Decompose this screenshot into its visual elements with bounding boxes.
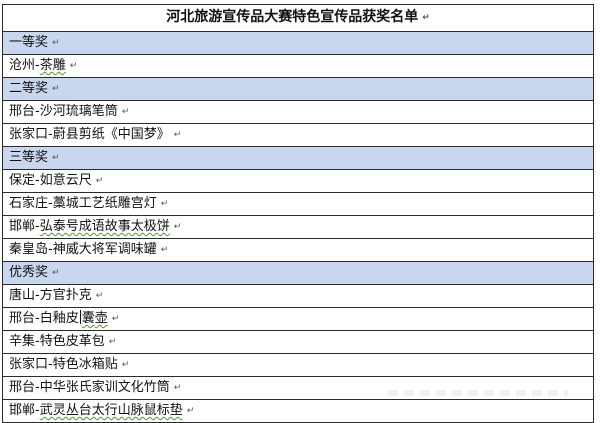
award-entry-row: 保定-如意云尺 ↵ <box>2 169 594 193</box>
paragraph-mark: ↵ <box>160 245 169 255</box>
section-heading: 优秀奖 <box>9 265 49 280</box>
award-entry-row: 邢台-中华张氏家训文化竹筒 ↵ <box>2 376 594 400</box>
table-title: 河北旅游宣传品大赛特色宣传品获奖名单 <box>166 9 419 25</box>
paragraph-mark: ↵ <box>111 314 120 324</box>
title-cell[interactable]: 河北旅游宣传品大赛特色宣传品获奖名单 ↵ <box>2 4 594 32</box>
award-entry-cell[interactable]: 唐山-方官扑克 ↵ <box>2 284 594 308</box>
award-entry-text: 邢台-沙河琉璃笔筒 <box>9 104 118 119</box>
award-entry-text: 茶雕 <box>39 58 66 73</box>
section-header-row: 三等奖 ↵ <box>2 146 594 170</box>
award-entry-row: 邯郸-弘泰号成语故事太极饼 ↵ <box>2 215 594 239</box>
award-entry-cell[interactable]: 张家口-蔚县剪纸《中国梦》 ↵ <box>2 123 594 147</box>
section-header-row: 优秀奖 ↵ <box>2 261 594 285</box>
award-entry-cell[interactable]: 张家口-特色冰箱贴 ↵ <box>2 353 594 377</box>
award-entry-text: 邢台-白釉皮 <box>9 311 79 326</box>
award-entry-cell[interactable]: 保定-如意云尺 ↵ <box>2 169 594 193</box>
paragraph-mark: ↵ <box>173 130 182 140</box>
section-header-cell[interactable]: 优秀奖 ↵ <box>2 261 594 285</box>
paragraph-mark: ↵ <box>95 176 104 186</box>
award-entry-cell[interactable]: 邢台-沙河琉璃笔筒 ↵ <box>2 100 594 124</box>
award-entry-row: 唐山-方官扑克 ↵ <box>2 284 594 308</box>
section-heading: 一等奖 <box>9 35 49 50</box>
paragraph-mark: ↵ <box>52 268 60 278</box>
award-entry-text: 邯郸- <box>9 219 40 234</box>
award-entry-cell[interactable]: 石家庄-藁城工艺纸雕宫灯 ↵ <box>2 192 594 216</box>
award-entry-text: 邯郸- <box>9 403 40 418</box>
award-entry-cell[interactable]: 邢台-白釉皮 囊壶 ↵ <box>2 307 594 331</box>
award-entry-cell[interactable]: 邯郸-武灵丛台太行山脉鼠标垫 ↵ <box>2 399 594 423</box>
paragraph-mark: ↵ <box>108 337 117 347</box>
award-entry-cell[interactable]: 沧州-茶雕 ↵ <box>2 54 594 78</box>
award-entry-text: 张家口-蔚县剪纸《中国梦》 <box>9 127 170 142</box>
section-heading: 三等奖 <box>9 150 49 165</box>
section-header-cell[interactable]: 一等奖 ↵ <box>2 31 594 55</box>
paragraph-mark: ↵ <box>52 38 60 48</box>
award-entry-text: 壶 <box>94 311 108 326</box>
paragraph-mark: ↵ <box>173 383 182 393</box>
text-cursor <box>79 310 81 324</box>
award-entry-row: 辛集-特色皮革包 ↵ <box>2 330 594 354</box>
paragraph-mark: ↵ <box>422 13 430 23</box>
award-entry-cell[interactable]: 邢台-中华张氏家训文化竹筒 ↵ <box>2 376 594 400</box>
paragraph-mark: ↵ <box>52 84 60 94</box>
paragraph-mark: ↵ <box>186 406 195 416</box>
paragraph-mark: ↵ <box>121 360 130 370</box>
section-header-cell[interactable]: 三等奖 ↵ <box>2 146 594 170</box>
section-header-cell[interactable]: 二等奖 ↵ <box>2 77 594 101</box>
award-entry-row: 张家口-蔚县剪纸《中国梦》 ↵ <box>2 123 594 147</box>
section-header-row: 一等奖 ↵ <box>2 31 594 55</box>
award-list-table: 河北旅游宣传品大赛特色宣传品获奖名单 ↵ 一等奖 ↵ 沧州-茶雕 ↵ 二等奖 ↵ 邢台-沙河琉… <box>2 4 594 423</box>
award-entry-text: 张家口-特色冰箱贴 <box>9 357 118 372</box>
section-header-row: 二等奖 ↵ <box>2 77 594 101</box>
document-page: 河北旅游宣传品大赛特色宣传品获奖名单 ↵ 一等奖 ↵ 沧州-茶雕 ↵ 二等奖 ↵ 邢台-沙河琉… <box>0 0 600 423</box>
award-entry-text: 邢台-中华张氏家训文化竹筒 <box>9 380 170 395</box>
paragraph-mark: ↵ <box>160 199 169 209</box>
award-entry-cell[interactable]: 邯郸-弘泰号成语故事太极饼 ↵ <box>2 215 594 239</box>
paragraph-mark: ↵ <box>95 291 104 301</box>
award-entry-row: 邢台-白釉皮 囊壶 ↵ <box>2 307 594 331</box>
award-entry-text: 弘泰号成语故事太极饼 <box>39 219 170 234</box>
award-entry-text: 沧州- <box>9 58 40 73</box>
paragraph-mark: ↵ <box>173 222 182 232</box>
paragraph-mark: ↵ <box>121 107 130 117</box>
award-entry-row: 沧州-茶雕 ↵ <box>2 54 594 78</box>
award-entry-text: 秦皇岛-神威大将军调味罐 <box>9 242 157 257</box>
award-entry-text: 唐山-方官扑克 <box>9 288 92 303</box>
award-entry-text: 武灵丛台太行山脉鼠标垫 <box>39 403 183 418</box>
award-entry-row: 邯郸-武灵丛台太行山脉鼠标垫 ↵ <box>2 399 594 423</box>
award-entry-row: 秦皇岛-神威大将军调味罐 ↵ <box>2 238 594 262</box>
title-row: 河北旅游宣传品大赛特色宣传品获奖名单 ↵ <box>2 4 594 32</box>
paragraph-mark: ↵ <box>52 153 60 163</box>
award-entry-cell[interactable]: 辛集-特色皮革包 ↵ <box>2 330 594 354</box>
award-entry-text: 囊 <box>81 311 95 326</box>
section-heading: 二等奖 <box>9 81 49 96</box>
paragraph-mark: ↵ <box>69 61 78 71</box>
award-entry-row: 张家口-特色冰箱贴 ↵ <box>2 353 594 377</box>
award-entry-text: 辛集-特色皮革包 <box>9 334 105 349</box>
award-entry-text: 保定-如意云尺 <box>9 173 92 188</box>
award-list-body: 河北旅游宣传品大赛特色宣传品获奖名单 ↵ 一等奖 ↵ 沧州-茶雕 ↵ 二等奖 ↵ 邢台-沙河琉… <box>2 4 594 423</box>
award-entry-row: 石家庄-藁城工艺纸雕宫灯 ↵ <box>2 192 594 216</box>
award-entry-cell[interactable]: 秦皇岛-神威大将军调味罐 ↵ <box>2 238 594 262</box>
faint-watermark <box>388 390 568 396</box>
award-entry-row: 邢台-沙河琉璃笔筒 ↵ <box>2 100 594 124</box>
award-entry-text: 石家庄-藁城工艺纸雕宫灯 <box>9 196 157 211</box>
